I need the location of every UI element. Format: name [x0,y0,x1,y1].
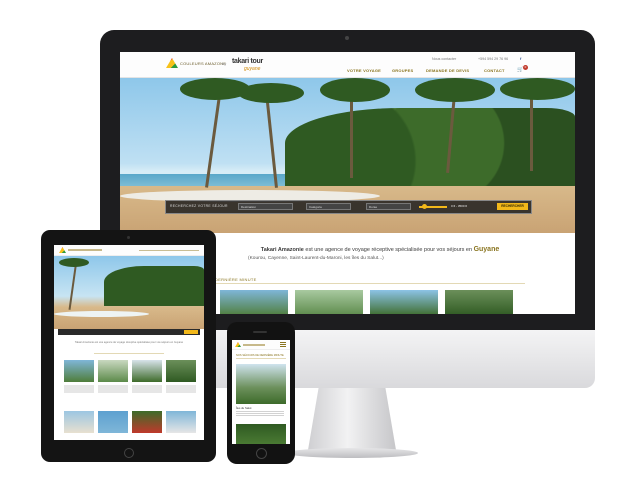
tablet-card[interactable] [64,360,94,382]
logo-icon[interactable] [166,58,178,68]
tablet-intro: Takari Amazonie est une agence de voyage… [74,341,184,344]
intro-text: Takari Amazonie est une agence de voyage… [190,246,570,253]
destination-select[interactable]: Destination [238,203,293,210]
nav-votre-voyage[interactable]: VOTRE VOYAGE [347,68,381,73]
cart-badge: 0 [523,65,528,70]
intro-brand: Takari Amazonie [260,247,304,253]
tablet-hero [54,256,204,329]
category-select[interactable]: Catégorie [306,203,351,210]
phone-link[interactable]: +594 594 29 76 96 [478,57,508,61]
intro-country: Guyane [473,246,500,253]
search-button[interactable] [184,330,198,334]
last-minute-card[interactable] [220,290,288,314]
price-slider-handle[interactable] [422,204,427,209]
last-minute-card[interactable] [295,290,363,314]
logo-brand-sub: guyane [244,66,261,72]
palm-crown [59,258,89,267]
phone-section-title: NOS SÉJOURS DE DERNIÈRE MINUTE [236,354,284,357]
menu-icon[interactable] [280,342,286,347]
duration-select[interactable]: Durée [366,203,411,210]
tablet-card[interactable] [166,360,196,382]
intro-body: est une agence de voyage réceptive spéci… [303,247,474,253]
logo-text[interactable] [68,249,102,251]
imac-stand [308,388,396,450]
last-minute-card[interactable] [370,290,438,314]
palm-trunk [68,260,78,310]
palm-trunk [205,88,222,188]
tablet-search-bar [58,329,200,335]
search-button[interactable]: RECHERCHER [497,203,528,210]
tablet-card[interactable] [98,411,128,433]
search-bar: RECHERCHEZ VOTRE SÉJOUR Destination Caté… [165,200,532,214]
search-title: RECHERCHEZ VOTRE SÉJOUR [170,204,228,208]
intro-subtext: (Kourou, Cayenne, Saint-Laurent-du-Maron… [248,256,384,261]
logo-icon[interactable] [235,342,241,347]
palm-crown [238,83,304,103]
last-minute-card[interactable] [445,290,513,314]
tablet-card[interactable] [166,411,196,433]
phone-card-image[interactable] [236,424,286,444]
tablet-card[interactable] [98,360,128,382]
site-header: COULEURS AMAZONE by takari tour guyane N… [120,52,575,78]
phone-card-title[interactable]: Îles du Salut [236,406,251,410]
facebook-icon[interactable]: f [520,56,524,61]
last-minute-title: DERNIÈRE MINUTE [215,277,257,282]
hero-jungle [104,266,204,306]
iphone-home-button [256,448,267,459]
tablet-nav[interactable] [139,250,199,251]
price-range: 0 € - 3500 € [451,204,468,208]
tablet-card[interactable] [132,360,162,382]
contact-link[interactable]: Nous contacter [432,57,456,61]
phone-card-description [236,411,284,417]
palm-crown [415,78,495,102]
nav-demande-de-devis[interactable]: DEMANDE DE DEVIS [426,68,469,73]
phone-website: NOS SÉJOURS DE DERNIÈRE MINUTE Îles du S… [232,340,290,444]
section-divider [236,358,286,359]
iphone-speaker [253,331,267,333]
section-divider [94,353,164,354]
logo-brand-primary[interactable]: COULEURS AMAZONE [180,61,226,66]
hero-wave [54,311,149,317]
logo-text[interactable] [243,344,265,346]
nav-contact[interactable]: CONTACT [484,68,505,73]
logo-separator: by [222,61,227,66]
section-divider [215,283,525,284]
ipad-camera [127,236,130,239]
tablet-website: Takari Amazonie est une agence de voyage… [54,245,204,440]
tablet-header [54,245,204,256]
phone-card-image[interactable] [236,364,286,404]
logo-brand-secondary[interactable]: takari tour [232,58,263,65]
ipad-home-button [124,448,134,458]
imac-base [286,448,418,458]
nav-groupes[interactable]: GROUPES [392,68,413,73]
palm-crown [320,78,390,102]
imac-camera [345,36,349,40]
phone-header [232,340,290,350]
palm-crown [500,78,575,100]
tablet-card[interactable] [64,411,94,433]
tablet-card[interactable] [132,411,162,433]
tablet-card-captions [64,385,196,393]
logo-icon[interactable] [59,247,66,253]
